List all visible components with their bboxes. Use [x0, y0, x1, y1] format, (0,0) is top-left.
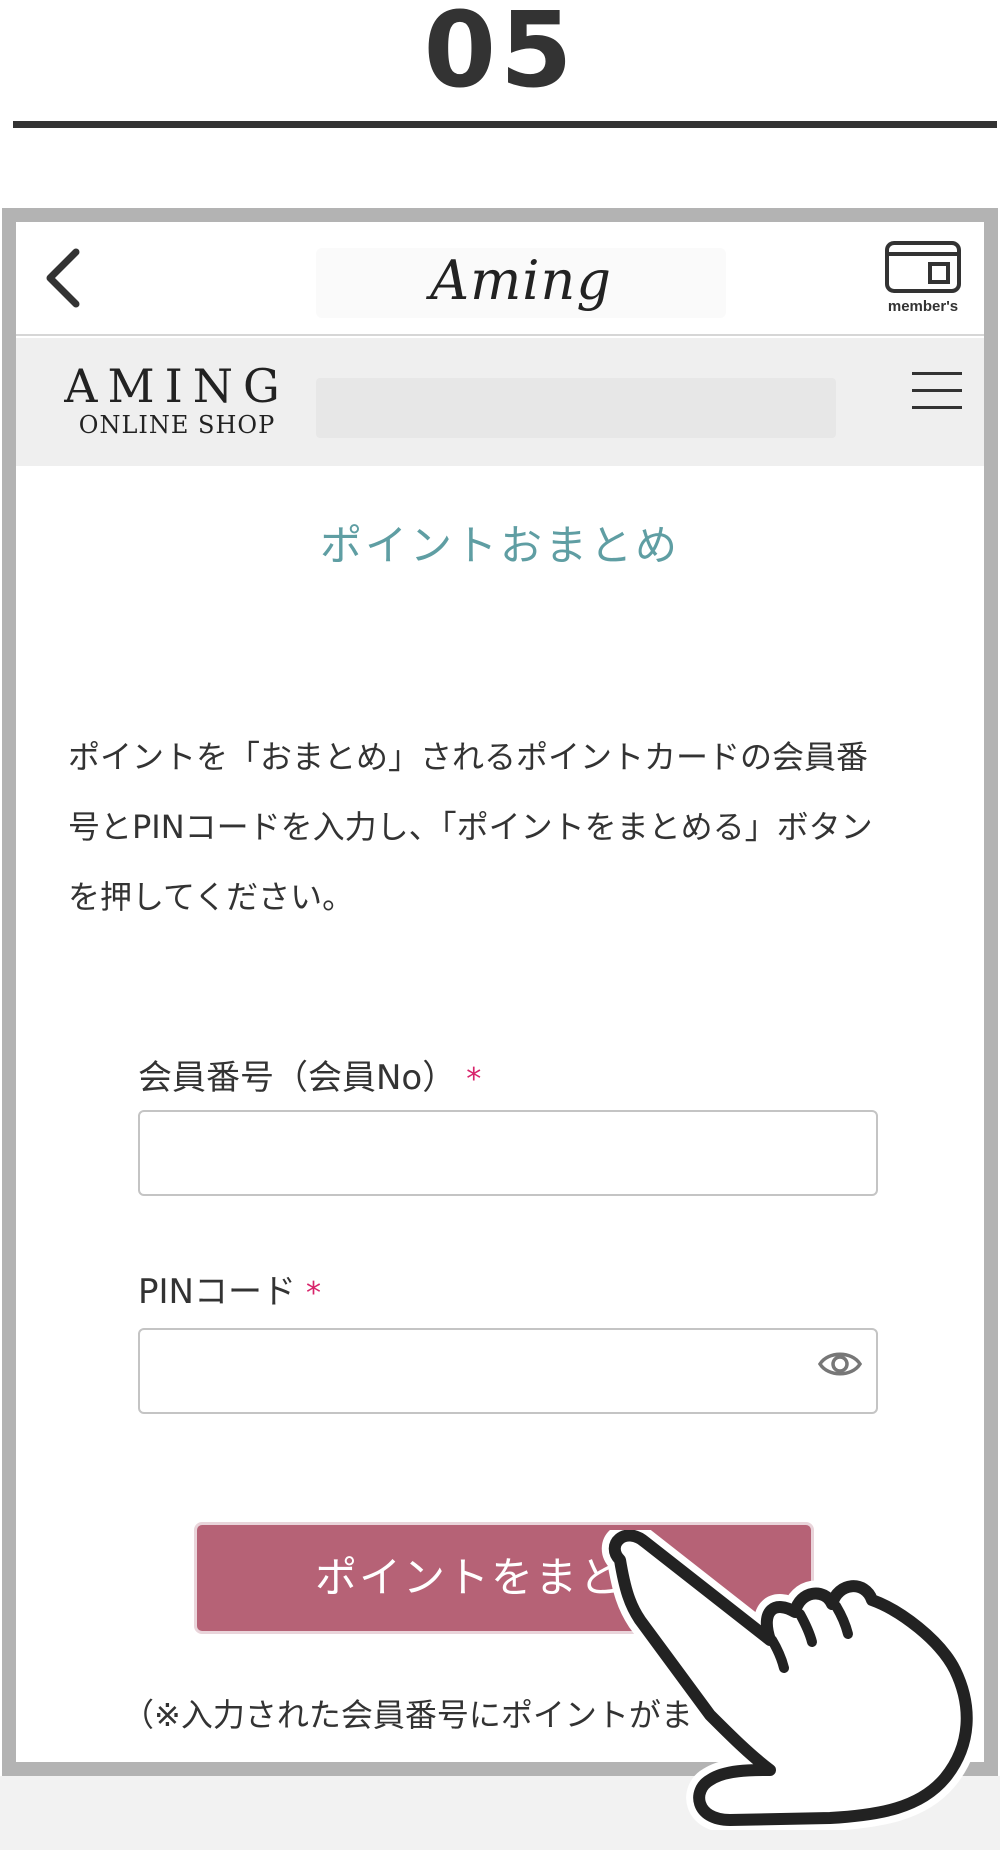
shop-logo-main: AMING	[64, 359, 290, 413]
brand-logo[interactable]: Aming	[316, 248, 726, 318]
member-no-input[interactable]	[138, 1110, 878, 1196]
step-number: 05	[423, 0, 577, 111]
intro-line: 号とPINコードを入力し、「ポイントをまとめる」ボタン	[68, 808, 873, 846]
back-button[interactable]	[38, 246, 88, 310]
pin-label-text: PINコード	[138, 1272, 296, 1312]
intro-text: ポイントを「おまとめ」されるポイントカードの会員番 号とPINコードを入力し、「…	[68, 722, 948, 932]
member-no-label: 会員番号（会員No） *	[138, 1050, 481, 1099]
pin-label: PINコード *	[138, 1264, 321, 1313]
page-title: ポイントおまとめ	[319, 521, 680, 570]
hamburger-menu-icon	[912, 372, 962, 409]
app-bar: Aming member's	[16, 222, 984, 336]
pointing-hand-icon	[601, 1530, 980, 1830]
required-mark: *	[466, 1062, 482, 1097]
required-mark: *	[305, 1276, 321, 1311]
toggle-password-visibility-button[interactable]	[817, 1347, 863, 1381]
shop-logo[interactable]: AMING ONLINE SHOP	[52, 360, 302, 444]
shop-logo-sub: ONLINE SHOP	[78, 411, 276, 439]
intro-line: ポイントを「おまとめ」されるポイントカードの会員番	[68, 738, 869, 776]
member-no-label-text: 会員番号（会員No）	[138, 1058, 457, 1098]
step-divider	[13, 121, 997, 128]
shop-header: AMING ONLINE SHOP	[16, 338, 984, 466]
member-card-icon	[885, 241, 961, 293]
pin-input[interactable]	[138, 1328, 878, 1414]
chevron-left-icon	[46, 248, 80, 308]
intro-line: を押してください。	[68, 878, 355, 916]
member-card-button[interactable]: member's	[878, 240, 968, 326]
eye-icon	[817, 1352, 863, 1376]
header-blank-area	[316, 378, 836, 438]
member-label: member's	[887, 298, 959, 315]
hamburger-menu-button[interactable]	[912, 372, 962, 416]
